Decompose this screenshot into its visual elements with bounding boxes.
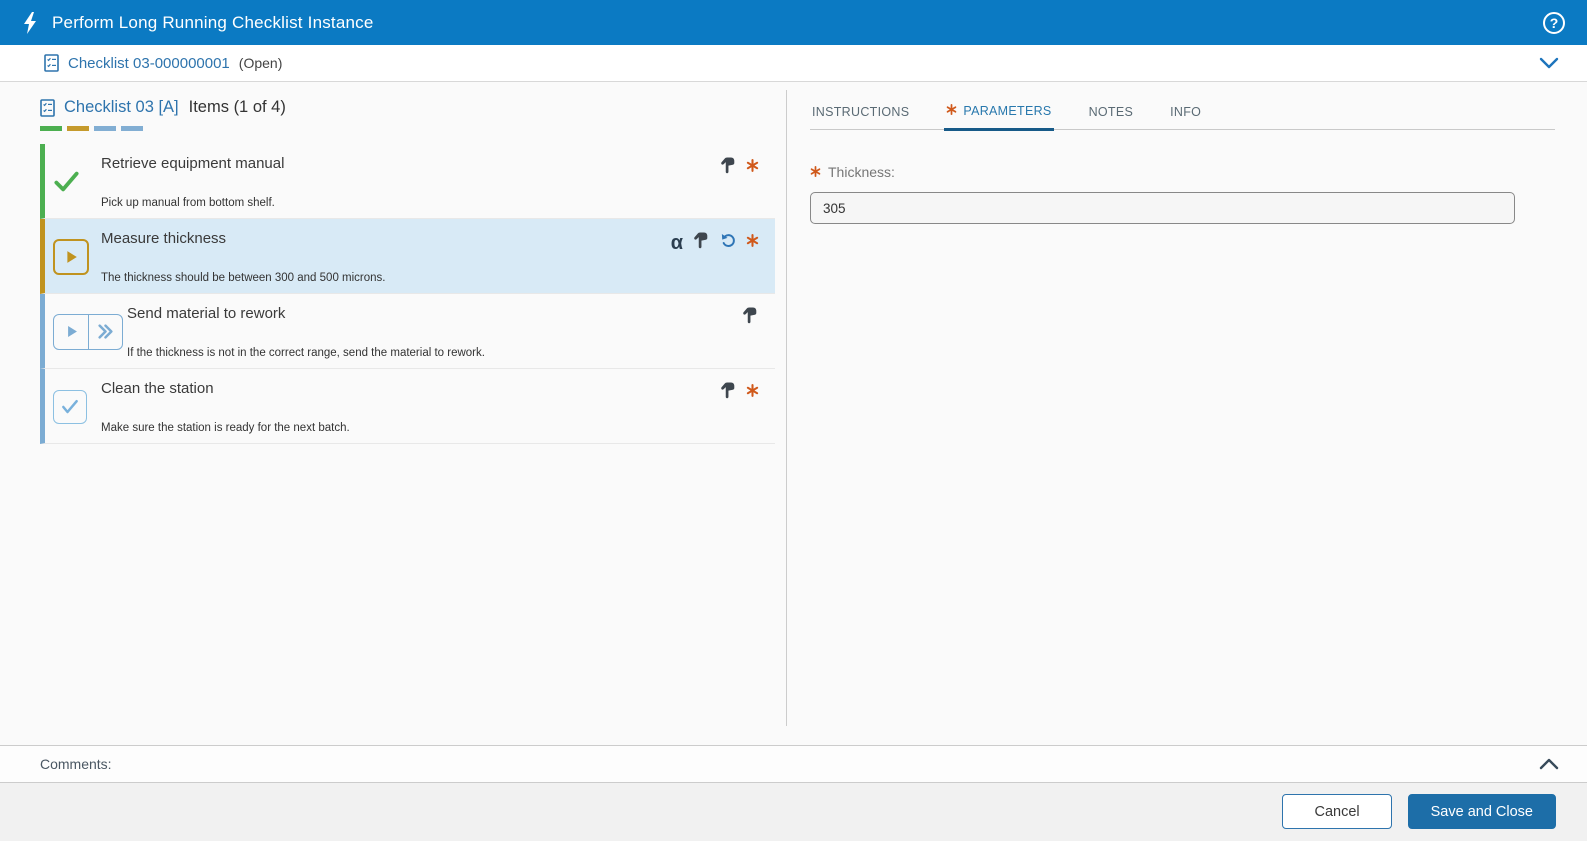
required-asterisk-icon (746, 383, 759, 402)
perform-checklist-window: Perform Long Running Checklist Instance … (0, 0, 1587, 841)
panel-divider (786, 90, 787, 726)
detail-tabs: INSTRUCTIONS PARAMETERS NOTES INFO (810, 104, 1555, 131)
item-body: Measure thickness The thickness should b… (101, 229, 761, 284)
chevron-up-icon[interactable] (1539, 758, 1559, 770)
progress-segment-completed (40, 126, 62, 131)
footer-bar: Cancel Save and Close (0, 783, 1587, 841)
comments-bar[interactable]: Comments: (0, 745, 1587, 783)
item-action-icons (741, 306, 759, 329)
tab-notes[interactable]: NOTES (1087, 104, 1136, 129)
checklist-item-send-rework[interactable]: Send material to rework If the thickness… (40, 294, 775, 369)
progress-segment-in-progress (67, 126, 89, 131)
complete-checkbox[interactable] (53, 389, 87, 424)
checklist-items-panel: Checklist 03 [A] Items (1 of 4) Retrieve… (40, 98, 775, 444)
tab-info[interactable]: INFO (1168, 104, 1203, 129)
skip-icon[interactable] (88, 314, 122, 349)
title-bar: Perform Long Running Checklist Instance … (0, 0, 1587, 45)
manual-hand-icon (692, 231, 710, 254)
play-skip-button-group (53, 313, 123, 350)
checklist-instance-link[interactable]: Checklist 03-000000001 (68, 55, 230, 72)
item-action-icons (719, 156, 759, 179)
required-asterisk-icon (946, 104, 957, 118)
item-description: If the thickness is not in the correct r… (127, 347, 485, 359)
checklist-items-list: Retrieve equipment manual Pick up manual… (40, 144, 775, 444)
item-description: Pick up manual from bottom shelf. (101, 197, 275, 209)
tab-label: INSTRUCTIONS (812, 104, 910, 119)
progress-segment-pending (121, 126, 143, 131)
checklist-document-icon (44, 54, 59, 72)
checklist-item-measure-thickness[interactable]: Measure thickness The thickness should b… (40, 219, 775, 294)
play-button[interactable] (54, 315, 88, 349)
progress-indicator (40, 126, 775, 131)
item-title: Send material to rework (127, 305, 286, 322)
item-title: Clean the station (101, 380, 214, 397)
manual-hand-icon (719, 156, 737, 179)
item-detail-panel: INSTRUCTIONS PARAMETERS NOTES INFO Thick… (810, 82, 1555, 224)
page-title: Perform Long Running Checklist Instance (52, 12, 374, 32)
completed-check-icon (53, 154, 97, 209)
tab-label: PARAMETERS (963, 104, 1052, 118)
lightning-bolt-icon (22, 11, 38, 34)
item-action-icons (719, 381, 759, 404)
undo-icon[interactable] (719, 231, 737, 254)
main-content: Checklist 03 [A] Items (1 of 4) Retrieve… (0, 82, 1587, 745)
checklist-item-clean-station[interactable]: Clean the station Make sure the station … (40, 369, 775, 444)
required-asterisk-icon (746, 158, 759, 177)
item-body: Retrieve equipment manual Pick up manual… (101, 154, 761, 209)
checklist-header: Checklist 03 [A] Items (1 of 4) (40, 98, 775, 117)
item-body: Clean the station Make sure the station … (101, 379, 761, 434)
checklist-instance-bar: Checklist 03-000000001 (Open) (0, 45, 1587, 82)
item-description: Make sure the station is ready for the n… (101, 422, 350, 434)
item-title: Retrieve equipment manual (101, 155, 285, 172)
cancel-button[interactable]: Cancel (1282, 794, 1392, 829)
help-icon[interactable]: ? (1543, 11, 1565, 34)
items-counter: Items (1 of 4) (188, 98, 286, 116)
item-body: Send material to rework If the thickness… (127, 304, 761, 359)
tab-label: INFO (1170, 104, 1202, 119)
play-button[interactable] (53, 238, 89, 275)
checklist-title-link[interactable]: Checklist 03 [A] (64, 98, 179, 117)
manual-hand-icon (741, 306, 759, 329)
item-lead (53, 304, 123, 359)
required-asterisk-icon (810, 164, 821, 180)
chevron-down-icon[interactable] (1539, 57, 1559, 69)
alpha-data-icon: α (670, 231, 683, 254)
save-and-close-button[interactable]: Save and Close (1407, 794, 1556, 829)
manual-hand-icon (719, 381, 737, 404)
thickness-label: Thickness: (810, 164, 1555, 180)
checklist-document-icon (40, 98, 55, 117)
item-lead (53, 229, 97, 284)
thickness-label-text: Thickness: (828, 164, 895, 180)
help-glyph: ? (1549, 14, 1559, 31)
tab-parameters[interactable]: PARAMETERS (944, 104, 1054, 131)
progress-segment-pending (94, 126, 116, 131)
required-asterisk-icon (746, 233, 759, 252)
item-action-icons: α (671, 231, 759, 254)
checklist-item-retrieve-manual[interactable]: Retrieve equipment manual Pick up manual… (40, 144, 775, 219)
tab-label: NOTES (1088, 104, 1134, 119)
thickness-input[interactable] (810, 192, 1515, 224)
tab-instructions[interactable]: INSTRUCTIONS (810, 104, 911, 129)
checklist-status: (Open) (238, 55, 283, 71)
comments-label: Comments: (40, 756, 112, 772)
item-description: The thickness should be between 300 and … (101, 272, 386, 284)
item-lead (53, 379, 97, 434)
footer-buttons: Cancel Save and Close (1282, 794, 1556, 829)
item-title: Measure thickness (101, 230, 227, 247)
